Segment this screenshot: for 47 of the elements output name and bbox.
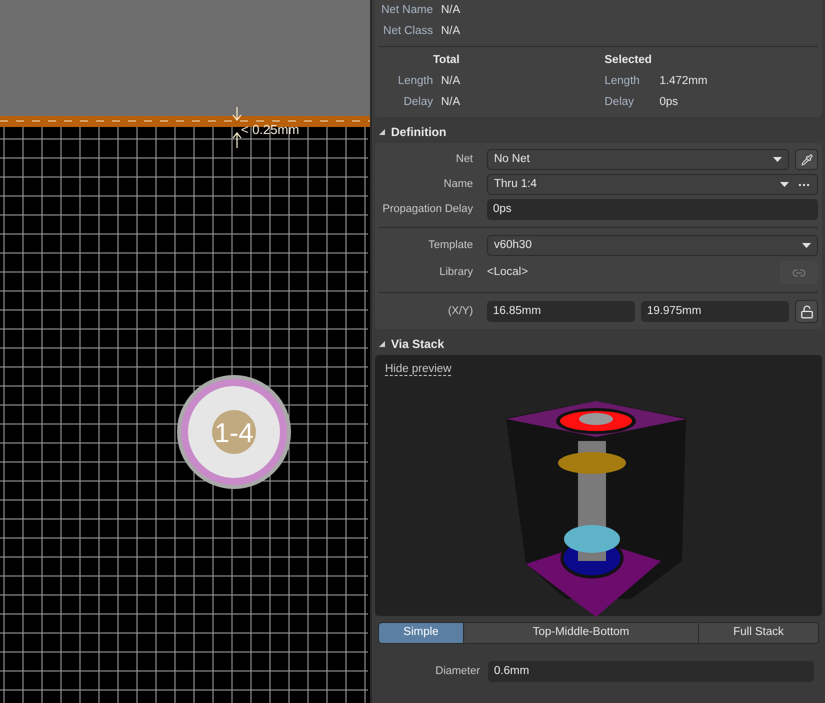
info-label: Length	[398, 74, 433, 87]
field-label: Library	[439, 266, 473, 278]
field-label: Diameter	[435, 664, 480, 677]
collapse-triangle-icon[interactable]	[379, 341, 385, 347]
field-label: Net	[456, 152, 473, 165]
net-dropdown[interactable]: No Net	[487, 149, 789, 170]
via-label: 1-4	[214, 418, 254, 448]
field-label: Template	[428, 238, 473, 251]
lock-button[interactable]	[795, 300, 818, 323]
dimension-arrow-up	[232, 132, 242, 148]
pick-net-button[interactable]	[795, 149, 818, 170]
field-label: Propagation Delay	[382, 202, 473, 215]
info-value: N/A	[441, 2, 460, 18]
field-label: Name	[444, 178, 473, 190]
diameter-input[interactable]: 0.6mm	[488, 661, 814, 682]
stack-mode-tab[interactable]: Simple	[379, 623, 463, 643]
section-title: Definition	[391, 124, 446, 141]
section-title: Via Stack	[391, 336, 444, 353]
info-value: 0ps	[660, 94, 678, 110]
y-input[interactable]: 19.975mm	[641, 301, 789, 322]
field-label: (X/Y)	[448, 304, 473, 317]
dropdown-caret-icon	[780, 182, 789, 187]
stack-mode-tab[interactable]: Top-Middle-Bottom	[463, 623, 698, 643]
dropdown-caret-icon	[802, 243, 811, 248]
info-value: N/A	[441, 94, 460, 110]
hide-preview-link[interactable]: Hide preview	[385, 363, 452, 376]
info-value: N/A	[441, 24, 460, 39]
pipette-icon	[800, 154, 812, 166]
input-field[interactable]: 0ps	[487, 199, 818, 220]
info-value: N/A	[441, 74, 460, 89]
template-dropdown[interactable]: v60h30	[487, 235, 818, 256]
dropdown-caret-icon	[773, 157, 782, 162]
name-dropdown[interactable]: Thru 1:4	[487, 174, 818, 195]
info-value: 1.472mm	[660, 74, 708, 89]
info-label: Delay	[604, 94, 635, 110]
info-label: Length	[604, 74, 641, 89]
dimension-arrow-down	[232, 107, 242, 121]
info-label: Net Name	[381, 4, 433, 16]
collapse-triangle-icon[interactable]	[379, 129, 385, 135]
column-title: Selected	[604, 53, 652, 68]
info-label: Net Class	[383, 24, 433, 37]
stack-mode-tab[interactable]: Full Stack	[698, 623, 818, 643]
library-value: <Local>	[487, 264, 529, 280]
x-input[interactable]: 16.85mm	[487, 301, 635, 322]
unlock-icon	[800, 304, 814, 318]
column-title: Total	[433, 53, 460, 68]
info-label: Delay	[404, 96, 433, 108]
